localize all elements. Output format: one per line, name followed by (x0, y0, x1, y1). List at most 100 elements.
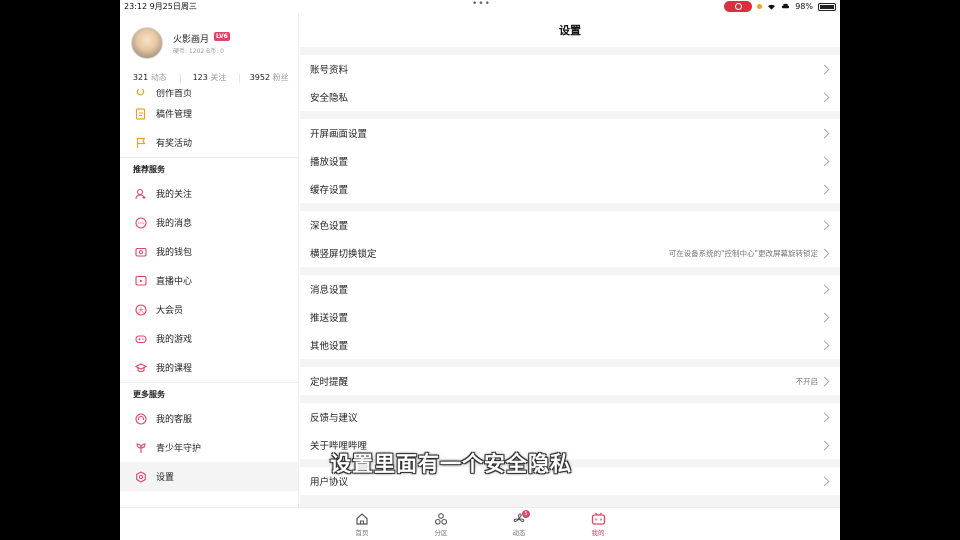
battery-percent: 98% (795, 2, 813, 11)
chevron-right-icon (819, 220, 830, 230)
sidebar-item-vip[interactable]: 大 大会员 (120, 295, 298, 324)
setting-row-feedback[interactable]: 反馈与建议 (300, 403, 840, 431)
settings-group-reminder: 定时提醒 不开启 (300, 367, 840, 395)
stat-dynamics[interactable]: 321 动态 (120, 72, 180, 86)
setting-value: 不开启 (795, 376, 819, 386)
screen-record-icon (724, 1, 753, 12)
sidebar-item-settings[interactable]: 设置 (120, 462, 298, 491)
svg-text:大: 大 (137, 306, 143, 314)
setting-row-splash-screen[interactable]: 开屏画面设置 (300, 119, 840, 147)
chevron-right-icon (819, 248, 830, 258)
setting-label: 定时提醒 (310, 377, 349, 388)
wifi-icon (768, 4, 776, 10)
tab-mine[interactable]: 我的 (578, 511, 618, 537)
coins-text: 硬币: 1202 B币: 0 (173, 48, 224, 55)
chevron-right-icon (819, 284, 830, 294)
tab-dynamics[interactable]: 动态 5 (499, 510, 539, 537)
person-plus-icon (134, 187, 147, 200)
level-badge: LV6 (214, 32, 230, 41)
section-more: 更多服务 (120, 382, 298, 404)
tab-home[interactable]: 首页 (342, 511, 382, 537)
sidebar-item-label: 直播中心 (156, 277, 193, 287)
stat-fans[interactable]: 3952 粉丝 (239, 72, 298, 86)
multitask-dots-icon[interactable]: ••• (472, 0, 491, 9)
sidebar-item-wallet[interactable]: 我的钱包 (120, 237, 298, 266)
setting-row-playback[interactable]: 播放设置 (300, 147, 840, 175)
chevron-right-icon (819, 412, 830, 422)
setting-row-timed-reminder[interactable]: 定时提醒 不开启 (300, 367, 840, 395)
mic-indicator-icon (757, 4, 763, 9)
stat-count: 321 (132, 73, 149, 82)
home-icon (342, 511, 382, 527)
status-time: 23:12 9月25日周三 (124, 2, 197, 11)
chevron-right-icon (819, 440, 830, 450)
sidebar-item-following[interactable]: 我的关注 (120, 179, 298, 208)
sidebar-item-label: 我的钱包 (156, 248, 193, 258)
manuscript-icon (134, 107, 147, 120)
tab-categories[interactable]: 分区 (421, 511, 461, 537)
sidebar-item-label: 稿件管理 (156, 110, 193, 120)
sidebar-item-customer-service[interactable]: 我的客服 (120, 404, 298, 433)
tab-label: 我的 (591, 529, 605, 537)
settings-panel: 设置 账号资料 安全隐私 开屏画面设置 播放设置 缓存设置 深色设置 横竖屏切换… (300, 13, 840, 507)
sidebar-item-label: 大会员 (156, 306, 184, 316)
sidebar-item-label: 创作首页 (156, 89, 193, 99)
chevron-right-icon (819, 340, 830, 350)
flag-icon (134, 136, 147, 149)
setting-row-push[interactable]: 推送设置 (300, 303, 840, 331)
settings-group-theme: 深色设置 横竖屏切换锁定 可在设备系统的"控制中心"更改屏幕旋转锁定 (300, 211, 840, 267)
setting-row-security-privacy[interactable]: 安全隐私 (300, 83, 840, 111)
sidebar-item-courses[interactable]: 我的课程 (120, 353, 298, 382)
chevron-right-icon (819, 312, 830, 322)
sidebar-item-teen-guard[interactable]: 青少年守护 (120, 433, 298, 462)
tab-label: 首页 (355, 529, 369, 537)
stat-label: 粉丝 (272, 73, 289, 82)
setting-label: 反馈与建议 (310, 413, 358, 424)
chevron-right-icon (819, 376, 830, 386)
page-title: 设置 (300, 13, 840, 47)
settings-group-account: 账号资料 安全隐私 (300, 55, 840, 111)
setting-value: 可在设备系统的"控制中心"更改屏幕旋转锁定 (668, 248, 818, 258)
message-icon (134, 216, 147, 229)
stat-label: 动态 (150, 73, 167, 82)
setting-label: 消息设置 (310, 285, 349, 296)
status-right: 98% (724, 1, 836, 12)
avatar[interactable] (131, 27, 163, 59)
settings-group-notifications: 消息设置 推送设置 其他设置 (300, 275, 840, 359)
headset-icon (134, 412, 147, 425)
setting-label: 播放设置 (310, 157, 349, 168)
bulb-icon (134, 89, 147, 99)
setting-row-messages[interactable]: 消息设置 (300, 275, 840, 303)
setting-label: 安全隐私 (310, 93, 349, 104)
section-recommended: 推荐服务 (120, 157, 298, 179)
setting-row-account-profile[interactable]: 账号资料 (300, 55, 840, 83)
notification-badge: 5 (522, 510, 530, 518)
sidebar-item-label: 我的关注 (156, 190, 193, 200)
sidebar-item-manuscripts[interactable]: 稿件管理 (120, 99, 298, 128)
sidebar-item-rewards[interactable]: 有奖活动 (120, 128, 298, 157)
stat-count: 123 (192, 73, 208, 82)
setting-label: 其他设置 (310, 341, 349, 352)
stat-following[interactable]: 123 关注 (179, 72, 240, 86)
setting-label: 账号资料 (310, 65, 349, 76)
sidebar-item-live-center[interactable]: 直播中心 (120, 266, 298, 295)
sidebar-item-creator-home[interactable]: 创作首页 (120, 89, 298, 99)
sidebar-item-games[interactable]: 我的游戏 (120, 324, 298, 353)
sidebar-item-messages[interactable]: 我的消息 (120, 208, 298, 237)
gamepad-icon (134, 332, 147, 345)
chevron-right-icon (819, 92, 830, 102)
chevron-right-icon (819, 476, 830, 486)
sidebar: 火影画月 LV6 硬币: 1202 B币: 0 321 动态 123 关注 39… (120, 13, 299, 507)
setting-row-dark-mode[interactable]: 深色设置 (300, 211, 840, 239)
setting-row-orientation-lock[interactable]: 横竖屏切换锁定 可在设备系统的"控制中心"更改屏幕旋转锁定 (300, 239, 840, 267)
setting-label: 横竖屏切换锁定 (310, 249, 377, 260)
car-icon (782, 3, 790, 9)
sidebar-item-label: 我的客服 (156, 415, 193, 425)
setting-row-cache[interactable]: 缓存设置 (300, 175, 840, 203)
setting-row-other[interactable]: 其他设置 (300, 331, 840, 359)
profile-card[interactable]: 火影画月 LV6 硬币: 1202 B币: 0 321 动态 123 关注 39… (120, 13, 298, 95)
sidebar-list: 创作首页 稿件管理 有奖活动 推荐服务 我的关注 我的消息 我的钱包 直播中心 … (120, 89, 298, 491)
course-icon (134, 361, 147, 374)
setting-label: 深色设置 (310, 221, 349, 232)
sidebar-item-label: 有奖活动 (156, 139, 193, 149)
